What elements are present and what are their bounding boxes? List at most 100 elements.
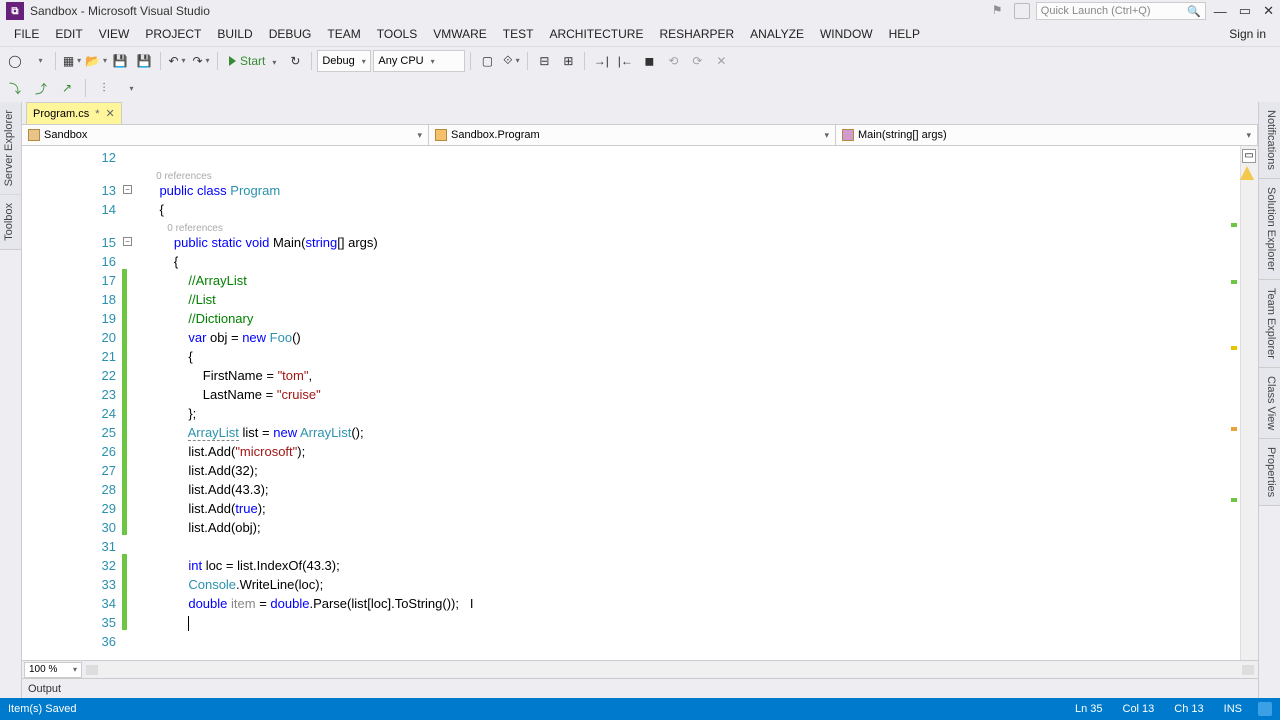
sign-in-link[interactable]: Sign in — [1221, 24, 1274, 44]
menu-tools[interactable]: TOOLS — [369, 24, 425, 44]
code-line[interactable]: { — [127, 252, 1240, 271]
left-rail: Server Explorer Toolbox — [0, 102, 22, 698]
toolbox-tab[interactable]: Toolbox — [0, 195, 21, 250]
code-line[interactable]: ArrayList list = new ArrayList(); — [127, 423, 1240, 442]
code-area[interactable]: 0 references public class Program { 0 re… — [127, 146, 1240, 660]
code-line[interactable]: list.Add(32); — [127, 461, 1240, 480]
nav-back-button[interactable]: ◯ — [4, 50, 26, 72]
code-line[interactable] — [127, 537, 1240, 556]
close-tab-icon[interactable]: ✕ — [106, 107, 115, 120]
play-icon — [229, 56, 236, 66]
menu-project[interactable]: PROJECT — [137, 24, 209, 44]
threads-button[interactable]: ⫶ — [93, 77, 115, 99]
code-line[interactable]: var obj = new Foo() — [127, 328, 1240, 347]
status-indicator-icon[interactable] — [1258, 702, 1272, 716]
code-line[interactable] — [127, 148, 1240, 167]
menu-debug[interactable]: DEBUG — [261, 24, 320, 44]
code-line[interactable]: public class Program — [127, 181, 1240, 200]
code-line[interactable]: { — [127, 200, 1240, 219]
feedback-icon[interactable] — [1014, 3, 1030, 19]
code-line[interactable]: Console.WriteLine(loc); — [127, 575, 1240, 594]
platform-combo[interactable]: Any CPU — [373, 50, 465, 72]
tb-icon-2[interactable]: ⟐ — [500, 50, 522, 72]
redo-button[interactable]: ↷ — [190, 50, 212, 72]
notifications-tab[interactable]: Notifications — [1259, 102, 1280, 179]
scope-combo[interactable]: Sandbox ▾ — [22, 125, 429, 145]
vertical-scrollbar[interactable]: ▭ — [1240, 146, 1258, 660]
save-all-button[interactable]: 💾 — [133, 50, 155, 72]
tb-icon-3[interactable]: ⟲ — [662, 50, 684, 72]
code-line[interactable]: list.Add(obj); — [127, 518, 1240, 537]
tb-icon-1[interactable]: ▢ — [476, 50, 498, 72]
menu-view[interactable]: VIEW — [91, 24, 138, 44]
tb-icon-5[interactable]: ✕ — [710, 50, 732, 72]
code-line[interactable]: { — [127, 347, 1240, 366]
menu-window[interactable]: WINDOW — [812, 24, 881, 44]
fold-toggle[interactable]: − — [123, 185, 132, 194]
minimize-button[interactable]: — — [1214, 4, 1227, 19]
flag-icon[interactable]: ⚑ — [992, 3, 1008, 19]
quick-launch-input[interactable]: Quick Launch (Ctrl+Q) 🔍 — [1036, 2, 1206, 20]
type-combo[interactable]: Sandbox.Program ▾ — [429, 125, 836, 145]
open-file-button[interactable]: 📂 — [85, 50, 107, 72]
step-into-button[interactable]: ⤴ — [30, 77, 52, 99]
code-line[interactable]: //ArrayList — [127, 271, 1240, 290]
code-line[interactable]: //Dictionary — [127, 309, 1240, 328]
menu-help[interactable]: HELP — [881, 24, 928, 44]
titlebar: ⧉ Sandbox - Microsoft Visual Studio ⚑ Qu… — [0, 0, 1280, 22]
indent-button[interactable]: →| — [590, 50, 612, 72]
outdent-button[interactable]: |← — [614, 50, 636, 72]
save-button[interactable]: 💾 — [109, 50, 131, 72]
menu-vmware[interactable]: VMWARE — [425, 24, 495, 44]
menu-resharper[interactable]: RESHARPER — [651, 24, 742, 44]
step-out-button[interactable]: ↗ — [56, 77, 78, 99]
code-line[interactable]: double item = double.Parse(list[loc].ToS… — [127, 594, 1240, 613]
code-line[interactable]: public static void Main(string[] args) — [127, 233, 1240, 252]
menu-team[interactable]: TEAM — [319, 24, 368, 44]
code-line[interactable] — [127, 632, 1240, 651]
code-line[interactable]: //List — [127, 290, 1240, 309]
tab-program-cs[interactable]: Program.cs * ✕ — [26, 102, 122, 124]
output-panel-tab[interactable]: Output — [22, 678, 1258, 698]
server-explorer-tab[interactable]: Server Explorer — [0, 102, 21, 195]
menu-test[interactable]: TEST — [495, 24, 542, 44]
start-debug-button[interactable]: Start — [223, 50, 282, 72]
member-combo[interactable]: Main(string[] args) ▾ — [836, 125, 1258, 145]
code-line[interactable]: list.Add(43.3); — [127, 480, 1240, 499]
menu-analyze[interactable]: ANALYZE — [742, 24, 812, 44]
zoom-combo[interactable]: 100 %▾ — [24, 662, 82, 678]
step-over-button[interactable]: ⤵ — [4, 77, 26, 99]
refresh-button[interactable]: ↻ — [284, 50, 306, 72]
code-editor[interactable]: 1213−1415−161718192021222324252627282930… — [22, 146, 1258, 660]
code-line[interactable]: list.Add("microsoft"); — [127, 442, 1240, 461]
code-line[interactable]: }; — [127, 404, 1240, 423]
menubar: FILEEDITVIEWPROJECTBUILDDEBUGTEAMTOOLSVM… — [0, 22, 1280, 46]
horizontal-scrollbar[interactable] — [86, 663, 1254, 677]
bookmark-button[interactable]: ◼ — [638, 50, 660, 72]
menu-edit[interactable]: EDIT — [47, 24, 90, 44]
team-explorer-tab[interactable]: Team Explorer — [1259, 280, 1280, 368]
menu-architecture[interactable]: ARCHITECTURE — [541, 24, 651, 44]
code-line[interactable]: LastName = "cruise" — [127, 385, 1240, 404]
threads-drop[interactable] — [119, 77, 141, 99]
solution-explorer-tab[interactable]: Solution Explorer — [1259, 179, 1280, 280]
config-combo[interactable]: Debug — [317, 50, 371, 72]
menu-build[interactable]: BUILD — [209, 24, 260, 44]
uncomment-button[interactable]: ⊞ — [557, 50, 579, 72]
menu-file[interactable]: FILE — [6, 24, 47, 44]
fold-toggle[interactable]: − — [123, 237, 132, 246]
close-button[interactable]: ✕ — [1263, 3, 1274, 19]
code-line[interactable]: list.Add(true); — [127, 499, 1240, 518]
maximize-button[interactable]: ▭ — [1239, 3, 1251, 19]
code-line[interactable] — [127, 613, 1240, 632]
nav-back-drop[interactable] — [28, 50, 50, 72]
tb-icon-4[interactable]: ⟳ — [686, 50, 708, 72]
split-icon[interactable]: ▭ — [1242, 149, 1256, 163]
code-line[interactable]: FirstName = "tom", — [127, 366, 1240, 385]
comment-button[interactable]: ⊟ — [533, 50, 555, 72]
properties-tab[interactable]: Properties — [1259, 439, 1280, 506]
class-view-tab[interactable]: Class View — [1259, 368, 1280, 439]
code-line[interactable]: int loc = list.IndexOf(43.3); — [127, 556, 1240, 575]
new-project-button[interactable]: ▦ — [61, 50, 83, 72]
undo-button[interactable]: ↶ — [166, 50, 188, 72]
